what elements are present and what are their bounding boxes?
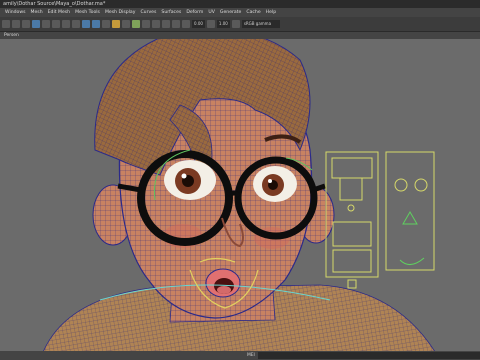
menu-generate[interactable]: Generate — [220, 10, 241, 15]
move-icon[interactable] — [32, 20, 40, 28]
lasso-icon[interactable] — [12, 20, 20, 28]
menu-surfaces[interactable]: Surfaces — [161, 10, 181, 15]
ao-icon[interactable] — [152, 20, 160, 28]
light-icon[interactable] — [112, 20, 120, 28]
texture-icon[interactable] — [102, 20, 110, 28]
menu-mesh-tools[interactable]: Mesh Tools — [75, 10, 100, 15]
command-line[interactable] — [258, 352, 480, 359]
menu-curves[interactable]: Curves — [140, 10, 156, 15]
colorspace-dropdown[interactable]: sRGB gamma — [241, 20, 280, 28]
menu-windows[interactable]: Windows — [5, 10, 26, 15]
menu-deform[interactable]: Deform — [186, 10, 203, 15]
gamma-icon[interactable] — [206, 20, 215, 28]
grid-icon[interactable] — [72, 20, 80, 28]
window-title: amily\Dothar Source\Maya_o\Dothar.ma* — [0, 0, 480, 8]
facial-control-panel — [325, 151, 435, 289]
menu-bar: Windows Mesh Edit Mesh Mesh Tools Mesh D… — [0, 8, 480, 17]
isolate-icon[interactable] — [142, 20, 150, 28]
scale-icon[interactable] — [52, 20, 60, 28]
panel-label: Persen — [0, 32, 480, 39]
menu-uv[interactable]: UV — [208, 10, 215, 15]
gamma-field[interactable]: 1.00 — [216, 20, 230, 28]
menu-edit-mesh[interactable]: Edit Mesh — [48, 10, 70, 15]
shadow-icon[interactable] — [122, 20, 130, 28]
smooth-shade-icon[interactable] — [92, 20, 100, 28]
aa-icon[interactable] — [162, 20, 170, 28]
paint-icon[interactable] — [22, 20, 30, 28]
gate-icon[interactable] — [182, 20, 190, 28]
xray-icon[interactable] — [132, 20, 140, 28]
exposure-field[interactable]: 0.00 — [192, 20, 205, 28]
viewport-3d[interactable] — [0, 39, 480, 351]
menu-help[interactable]: Help — [266, 10, 276, 15]
status-bar: MEI — [0, 351, 480, 360]
menu-mesh-display[interactable]: Mesh Display — [105, 10, 136, 15]
character-render — [43, 39, 435, 351]
menu-mesh[interactable]: Mesh — [31, 10, 43, 15]
menu-cache[interactable]: Cache — [246, 10, 260, 15]
select-icon[interactable] — [2, 20, 10, 28]
status-label: MEI — [247, 353, 255, 358]
viewport-toolbar: 0.00 1.00 sRGB gamma — [0, 17, 480, 32]
rotate-icon[interactable] — [42, 20, 50, 28]
dof-icon[interactable] — [172, 20, 180, 28]
camera-icon[interactable] — [62, 20, 70, 28]
wireframe-icon[interactable] — [82, 20, 90, 28]
colorspace-icon[interactable] — [231, 20, 240, 28]
